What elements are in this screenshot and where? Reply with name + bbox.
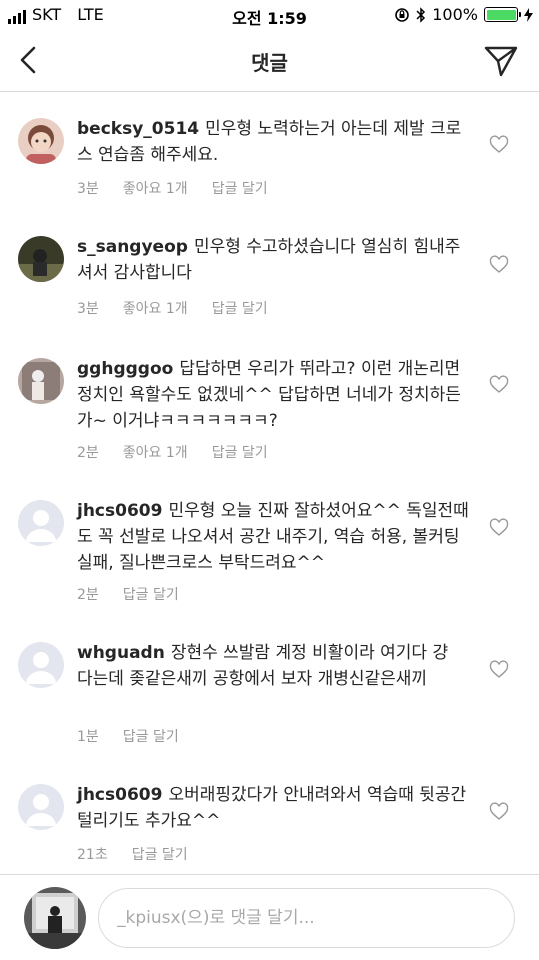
default-avatar-icon[interactable] (18, 784, 64, 830)
comment-item: becksy_0514 민우형 노력하는거 아는데 제발 크로스 연습좀 해주세요… (0, 92, 539, 210)
comment-time: 2분 (77, 587, 99, 603)
comment-text: gghgggoo 답답하면 우리가 뛰라고? 이런 개논리면 정치인 욕할수도 없… (77, 356, 469, 434)
comment-time: 2분 (77, 445, 99, 461)
comment-likes[interactable]: 좋아요 1개 (123, 178, 188, 198)
page-title: 댓글 (251, 51, 288, 75)
comment-username[interactable]: whguadn (77, 643, 165, 663)
heart-outline-icon[interactable] (489, 375, 509, 395)
heart-outline-icon[interactable] (489, 660, 509, 680)
comment-text: s_sangyeop 민우형 수고하셨습니다 열심히 힘내주셔서 감사합니다 (77, 234, 469, 286)
default-avatar-icon[interactable] (18, 500, 64, 546)
comment-meta: 3분 좋아요 1개 답글 달기 (77, 178, 268, 198)
comment-username[interactable]: s_sangyeop (77, 237, 188, 257)
comment-time: 1분 (77, 729, 99, 745)
comment-text: whguadn 장현수 쓰발람 계정 비활이라 여기다 걍 다는데 좆같은새끼 공… (77, 640, 469, 692)
avatar[interactable] (18, 358, 64, 404)
comment-meta: 21초 답글 달기 (77, 844, 188, 864)
comment-text: jhcs0609 오버래핑갔다가 안내려와서 역습때 뒷공간 털리기도 추가요^^ (77, 782, 469, 834)
orientation-lock-icon (395, 7, 410, 22)
status-bar: SKT LTE 오전 1:59 100% (0, 0, 539, 30)
heart-outline-icon[interactable] (489, 255, 509, 275)
battery-percent: 100% (432, 5, 478, 24)
comment-meta: 3분 좋아요 1개 답글 달기 (77, 298, 268, 318)
comment-meta: 2분 좋아요 1개 답글 달기 (77, 442, 268, 462)
comment-time: 3분 (77, 301, 99, 317)
nav-bar: 댓글 (0, 30, 539, 92)
reply-button[interactable]: 답글 달기 (123, 726, 179, 746)
comment-username[interactable]: jhcs0609 (77, 501, 162, 521)
heart-outline-icon[interactable] (489, 802, 509, 822)
battery-icon (484, 7, 521, 22)
avatar[interactable] (18, 236, 64, 282)
comment-item: s_sangyeop 민우형 수고하셨습니다 열심히 힘내주셔서 감사합니다 3분… (0, 210, 539, 330)
heart-outline-icon[interactable] (489, 518, 509, 538)
comment-item: whguadn 장현수 쓰발람 계정 비활이라 여기다 걍 다는데 좆같은새끼 공… (0, 616, 539, 756)
default-avatar-icon[interactable] (18, 642, 64, 688)
comment-meta: 2분 답글 달기 (77, 584, 179, 604)
comment-time: 21초 (77, 847, 108, 863)
avatar[interactable] (18, 118, 64, 164)
comment-item: jhcs0609 민우형 오늘 진짜 잘하셨어요^^ 독일전때도 꼭 선발로 나오… (0, 476, 539, 616)
comment-time: 3분 (77, 181, 99, 197)
comment-text: jhcs0609 민우형 오늘 진짜 잘하셨어요^^ 독일전때도 꼭 선발로 나오… (77, 498, 469, 576)
reply-button[interactable]: 답글 달기 (212, 178, 268, 198)
comment-username[interactable]: becksy_0514 (77, 119, 199, 139)
comment-meta: 1분 답글 달기 (77, 726, 179, 746)
heart-outline-icon[interactable] (489, 135, 509, 155)
avatar[interactable] (24, 887, 86, 949)
comment-compose-bar (0, 874, 539, 960)
charging-bolt-icon (524, 7, 533, 22)
comment-input[interactable] (98, 888, 515, 948)
comment-username[interactable]: jhcs0609 (77, 785, 162, 805)
reply-button[interactable]: 답글 달기 (132, 844, 188, 864)
status-right: 100% (394, 5, 533, 24)
comment-text: becksy_0514 민우형 노력하는거 아는데 제발 크로스 연습좀 해주세요… (77, 116, 469, 168)
comment-item: jhcs0609 오버래핑갔다가 안내려와서 역습때 뒷공간 털리기도 추가요^^… (0, 756, 539, 874)
comment-likes[interactable]: 좋아요 1개 (123, 298, 188, 318)
comment-username[interactable]: gghgggoo (77, 359, 173, 379)
send-paper-plane-icon[interactable] (483, 43, 519, 79)
comment-item: gghgggoo 답답하면 우리가 뛰라고? 이런 개논리면 정치인 욕할수도 없… (0, 330, 539, 476)
reply-button[interactable]: 답글 달기 (212, 298, 268, 318)
bluetooth-icon (416, 6, 426, 23)
reply-button[interactable]: 답글 달기 (212, 442, 268, 462)
reply-button[interactable]: 답글 달기 (123, 584, 179, 604)
comment-likes[interactable]: 좋아요 1개 (123, 442, 188, 462)
